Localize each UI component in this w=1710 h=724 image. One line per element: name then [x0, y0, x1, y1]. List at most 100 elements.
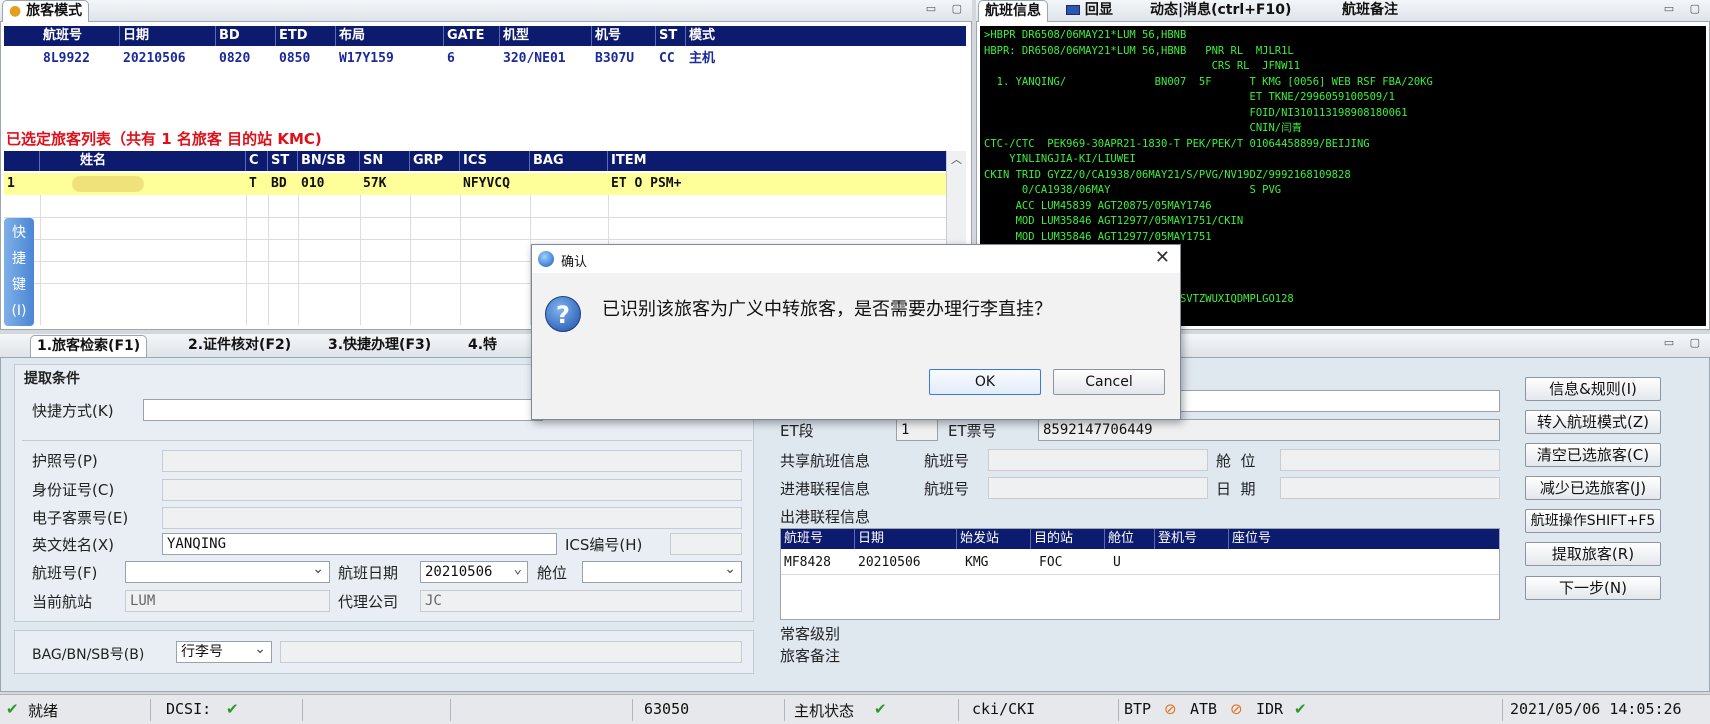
tab-flight-info[interactable]: 航班信息	[978, 0, 1048, 22]
col-header: ICS	[460, 151, 530, 171]
label-station: 当前航站	[32, 593, 93, 611]
fetch-passenger-button[interactable]: 提取旅客(R)	[1525, 542, 1661, 566]
window-controls[interactable]: ▭ ▢	[1664, 336, 1706, 349]
selected-passengers-title: 已选定旅客列表（共有 1 名旅客 目的站 KMC)	[6, 130, 322, 148]
dialog-title: 确认	[561, 255, 588, 270]
cell: BD	[271, 176, 287, 191]
status-code: 63050	[644, 700, 690, 718]
flight-row[interactable]: 8L9922 20210506 0820 0850 W17Y159 6 320/…	[4, 48, 966, 70]
label-bag: BAG/BN/SB号(B)	[32, 647, 145, 663]
side-tab-char: (I)	[11, 303, 27, 319]
info-rules-button[interactable]: 信息&规则(I)	[1525, 377, 1661, 401]
status-datetime: 2021/05/06 14:05:26	[1510, 700, 1682, 718]
divider	[302, 699, 303, 721]
inbound-date-input[interactable]	[1280, 477, 1500, 499]
tab-special[interactable]: 4.特	[462, 335, 503, 357]
flight-operation-button[interactable]: 航班操作SHIFT+F5	[1525, 509, 1661, 533]
bag-type-select[interactable]: 行李号	[176, 641, 272, 663]
et-segment-input[interactable]: 1	[896, 419, 938, 441]
side-tab-char: 快	[12, 225, 26, 241]
top-info-input[interactable]	[1180, 390, 1500, 412]
col-header: ITEM	[611, 153, 647, 168]
tab-dynamic-message[interactable]: 动态|消息(ctrl+F10)	[1144, 0, 1297, 22]
inbound-flight-no-input[interactable]	[988, 477, 1208, 499]
question-icon: ?	[545, 296, 581, 332]
label-cabin: 舱位	[537, 564, 568, 582]
pax-table-header: 姓名 C ST BN/SB SN GRP ICS BAG ITEM	[4, 151, 946, 171]
cell: T	[249, 176, 257, 191]
agent-input[interactable]: JC	[420, 590, 742, 612]
tab-quick-process[interactable]: 3.快捷办理(F3)	[322, 335, 437, 357]
cancel-button[interactable]: Cancel	[1053, 369, 1165, 395]
cell: W17Y159	[339, 51, 394, 66]
grid	[246, 195, 247, 325]
status-btp: BTP	[1124, 700, 1152, 718]
top-right-tabbar: 航班信息 回显 动态|消息(ctrl+F10) 航班备注 ▭ ▢	[976, 0, 1710, 22]
tab-passenger-mode[interactable]: ● 旅客模式	[2, 0, 90, 22]
ics-input[interactable]	[670, 533, 742, 555]
cabin-select[interactable]	[582, 561, 742, 583]
col-header: 座位号	[1232, 531, 1272, 546]
station-input[interactable]: LUM	[125, 590, 330, 612]
scroll-up-icon[interactable]: ︿	[947, 151, 966, 169]
label-ff-level: 常客级别	[780, 625, 841, 643]
english-name-input[interactable]: YANQING	[162, 533, 557, 555]
flight-no-select[interactable]	[125, 561, 330, 583]
passport-input[interactable]	[162, 450, 742, 472]
col-header	[4, 151, 40, 171]
close-icon[interactable]: ✕	[1155, 247, 1170, 268]
pax-row[interactable]: 1 T BD 010 57K NFYVCQ ET O PSM+	[4, 173, 946, 195]
col-header: 航班号	[781, 529, 855, 549]
tab-passenger-search[interactable]: 1.旅客检索(F1)	[30, 335, 148, 357]
bag-number-input[interactable]	[280, 641, 742, 663]
grid	[460, 195, 461, 325]
divider	[1118, 699, 1119, 721]
grid	[781, 574, 1499, 575]
btp-no-icon: ⊘	[1164, 700, 1177, 718]
quick-input[interactable]	[143, 399, 543, 421]
label-et-segment: ET段	[780, 422, 814, 440]
reduce-selected-button[interactable]: 减少已选旅客(J)	[1525, 476, 1661, 500]
share-cabin-input[interactable]	[1280, 449, 1500, 471]
cell: U	[1113, 555, 1121, 570]
label-eticket: 电子客票号(E)	[32, 509, 129, 527]
label-ics: ICS编号(H)	[565, 536, 643, 554]
ok-button[interactable]: OK	[929, 369, 1041, 395]
grid	[4, 217, 946, 218]
outbound-row[interactable]: MF8428 20210506 KMG FOC U	[781, 552, 1499, 574]
status-bar: ✔ 就绪 DCSI: ✔ 63050 主机状态 ✔ cki/CKI BTP ⊘ …	[0, 694, 1710, 724]
grid	[410, 195, 411, 325]
idcard-input[interactable]	[162, 479, 742, 501]
label-inbound: 进港联程信息	[780, 480, 871, 498]
window-controls[interactable]: ▭ ▢	[926, 2, 968, 15]
eticket-input[interactable]	[162, 507, 742, 529]
tab-echo[interactable]: 回显	[1060, 0, 1119, 22]
flight-mode-button[interactable]: 转入航班模式(Z)	[1525, 410, 1661, 434]
label-share-flight-no: 航班号	[924, 452, 970, 470]
label-flight-no: 航班号(F)	[32, 564, 98, 582]
label-english-name: 英文姓名(X)	[32, 536, 114, 554]
share-flight-no-input[interactable]	[988, 449, 1208, 471]
et-ticket-input[interactable]: 8592147706449	[1038, 419, 1500, 441]
cell: 0820	[219, 51, 251, 66]
grid	[40, 195, 41, 325]
flight-date-select[interactable]: 20210506	[420, 561, 528, 583]
next-step-button[interactable]: 下一步(N)	[1525, 576, 1661, 600]
side-tab-char: 键	[12, 277, 26, 293]
tab-flight-remark[interactable]: 航班备注	[1336, 0, 1404, 22]
cell: MF8428	[784, 555, 831, 570]
col-header: SN	[360, 151, 410, 171]
dcsi-check-icon: ✔	[226, 700, 239, 718]
col-header: 机型	[500, 26, 592, 46]
col-header: 航班号	[40, 26, 120, 46]
label-et-ticket: ET票号	[948, 422, 997, 440]
window-controls[interactable]: ▭ ▢	[1664, 2, 1706, 15]
cell: CC	[659, 51, 675, 66]
clear-selected-button[interactable]: 清空已选旅客(C)	[1525, 443, 1661, 467]
tab-document-check[interactable]: 2.证件核对(F2)	[182, 335, 297, 357]
confirm-dialog: 确认 ✕ ? 已识别该旅客为广义中转旅客，是否需要办理行李直挂？ OK Canc…	[531, 244, 1181, 420]
quick-key-side-tab[interactable]: 快 捷 键 (I)	[4, 218, 34, 326]
cell: KMG	[965, 555, 989, 570]
status-idr: IDR	[1256, 700, 1284, 718]
monitor-icon	[1066, 5, 1080, 15]
